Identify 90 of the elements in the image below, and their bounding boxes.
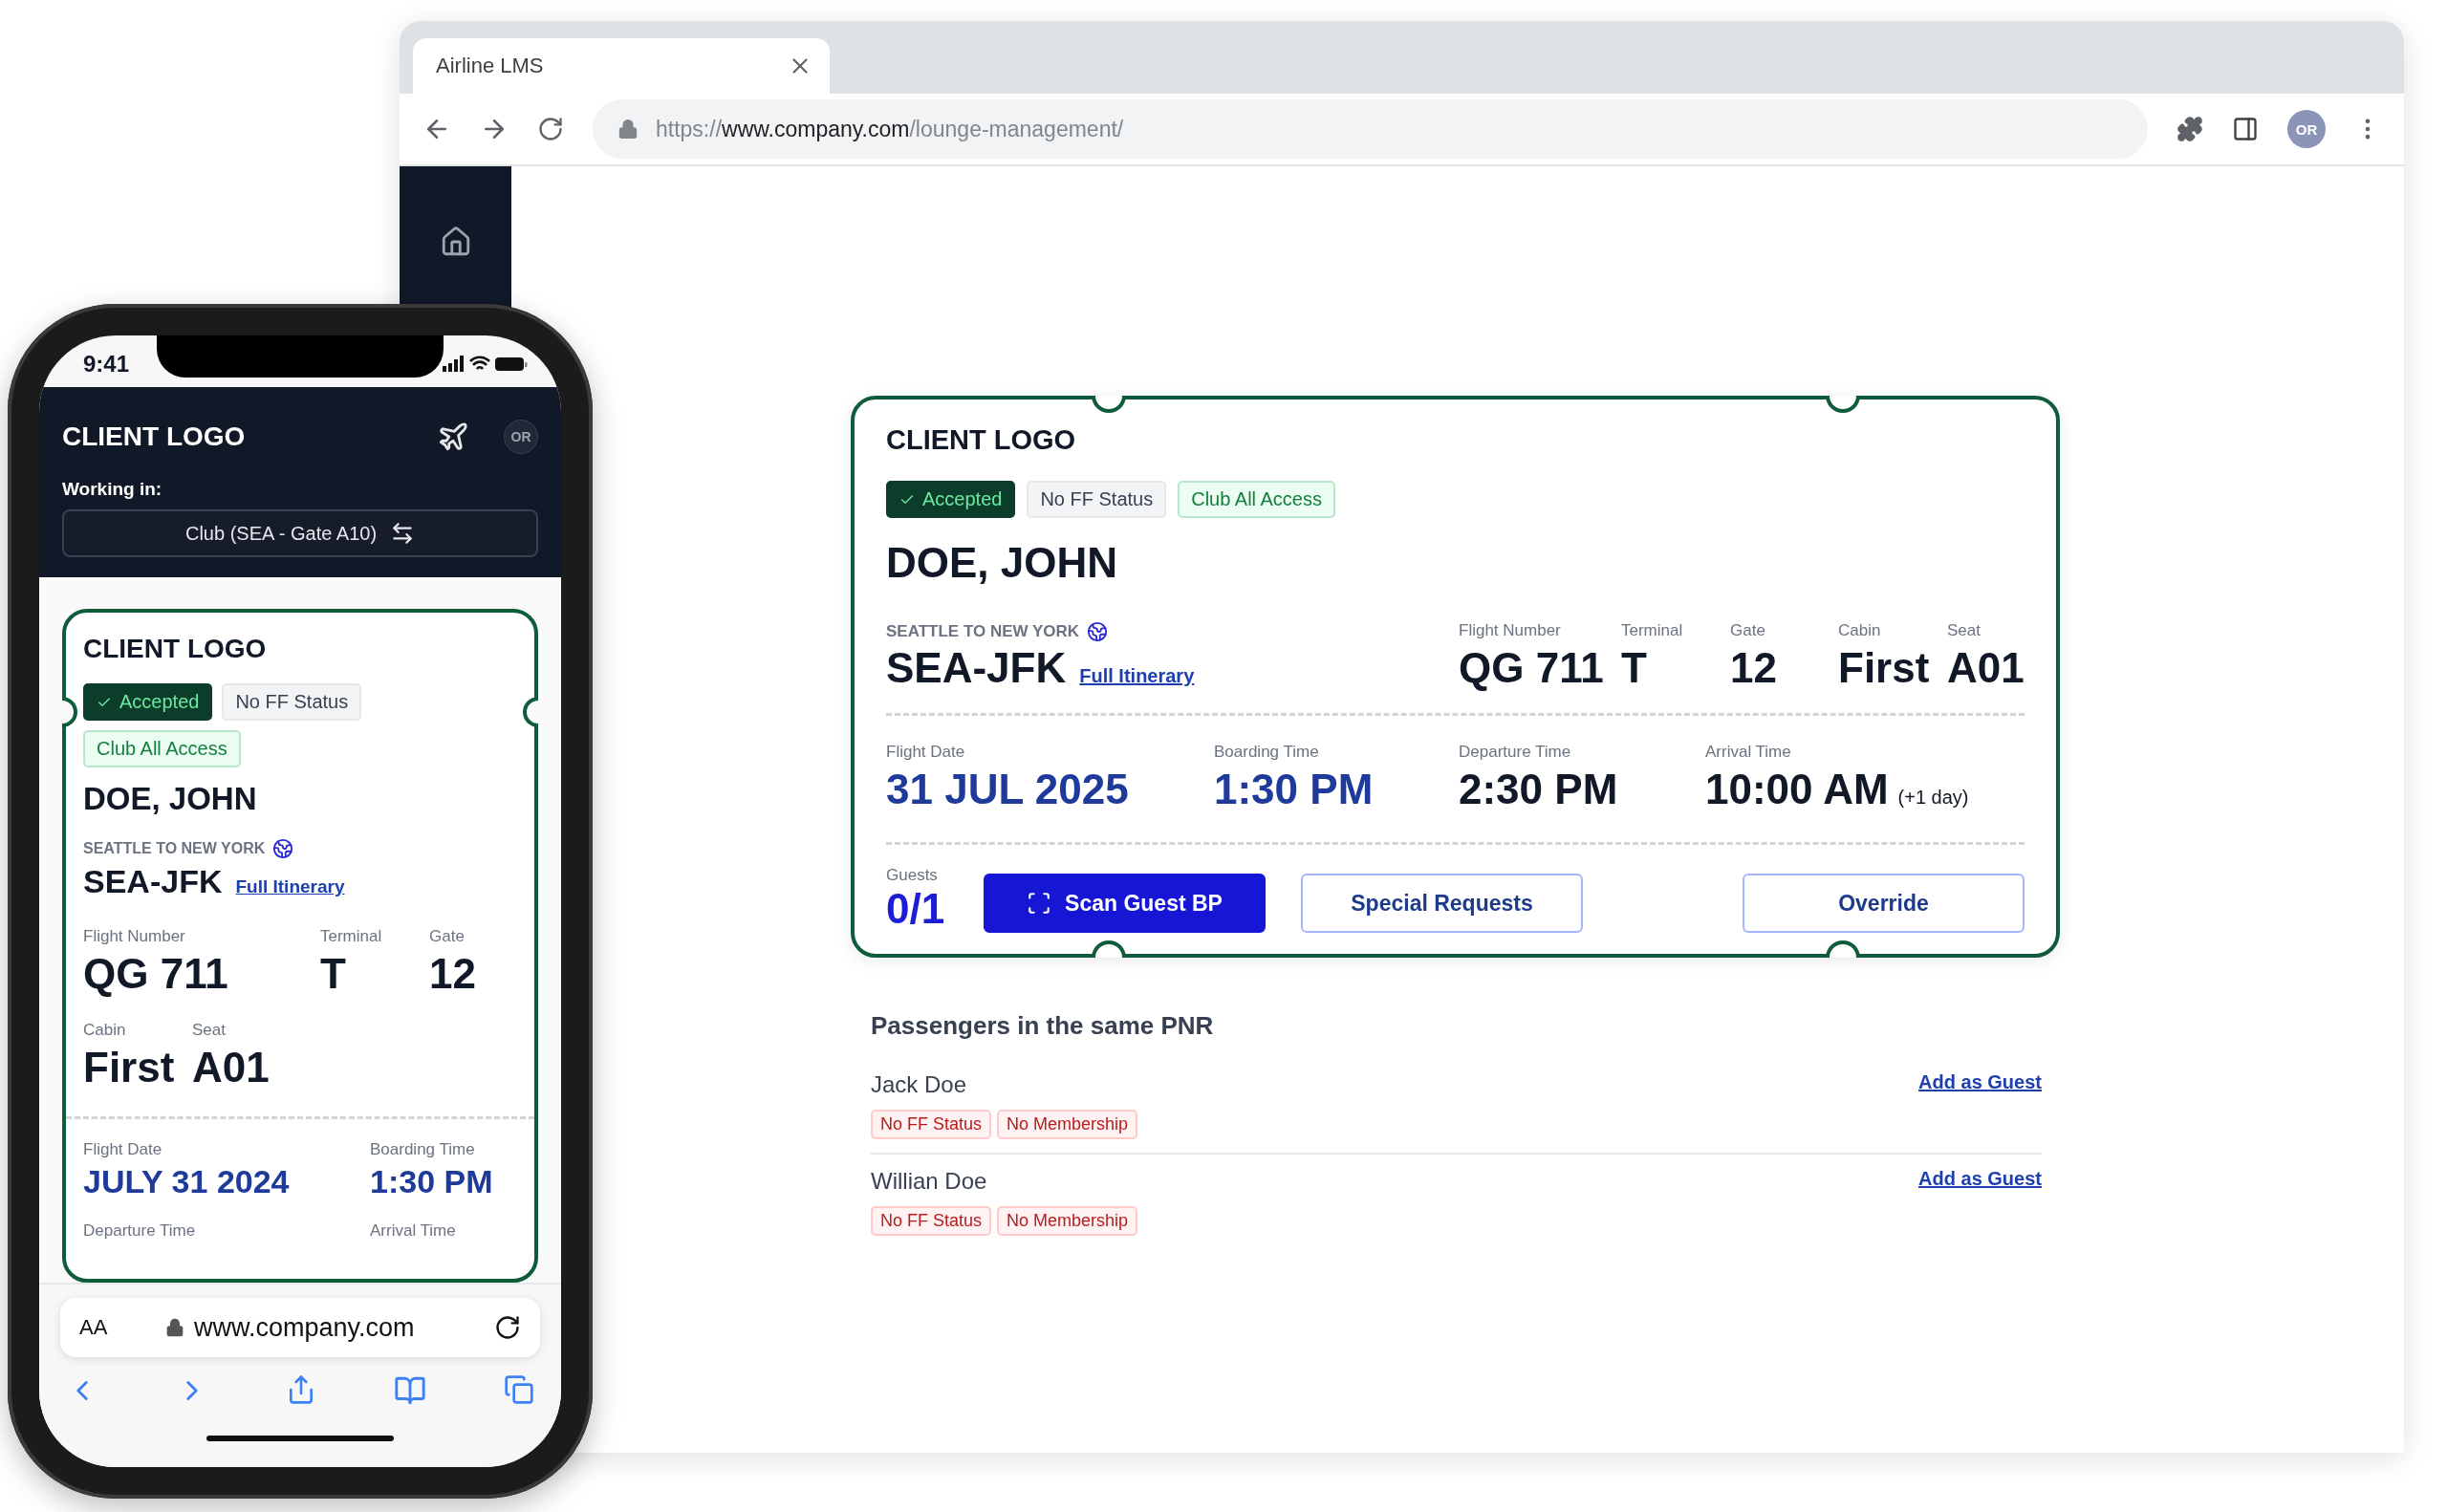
reload-icon[interactable] [494, 1314, 521, 1341]
route-code: SEA-JFK [886, 644, 1067, 692]
profile-avatar[interactable]: OR [504, 420, 538, 454]
field-label: Flight Number [83, 927, 186, 946]
globe-icon[interactable] [1087, 621, 1109, 642]
client-logo: CLIENT LOGO [83, 634, 268, 664]
day-offset-note: (+1 day) [1897, 787, 1969, 809]
field-value: 1:30 PM [370, 1163, 493, 1200]
field-value: T [320, 950, 346, 998]
status-badge: No FF Status [222, 683, 362, 721]
field-label: Seat [1947, 621, 1981, 640]
text-size-control[interactable]: AA [79, 1315, 165, 1340]
field-value: 12 [1730, 644, 1777, 692]
client-logo: CLIENT LOGO [62, 421, 246, 452]
field-label: Terminal [1621, 621, 1684, 640]
field-value: QG 711 [83, 950, 228, 998]
field-value: A01 [1947, 644, 2025, 692]
status-tag: No Membership [997, 1110, 1138, 1139]
status-badge: Club All Access [83, 730, 241, 767]
field-value: JULY 31 2024 [83, 1163, 290, 1200]
lock-icon [165, 1318, 184, 1337]
action-button[interactable]: Special Requests [1301, 874, 1583, 933]
url-text: https://www.company.com/lounge-management/ [656, 116, 1124, 142]
status-badge: Accepted [886, 481, 1016, 518]
field-value: QG 711 [1459, 644, 1604, 692]
field-label: Arrival Time [370, 1221, 457, 1241]
scan-button[interactable]: Scan Guest BP [984, 874, 1266, 933]
field-value: 31 JUL 2025 [886, 766, 1129, 813]
guests-label: Guests [886, 866, 939, 885]
status-tag: No Membership [997, 1206, 1138, 1236]
status-badge: No FF Status [1027, 481, 1167, 518]
tab-title: Airline LMS [436, 54, 544, 78]
url-text: www.company.com [194, 1312, 415, 1343]
field-label: Departure Time [83, 1221, 197, 1241]
status-tag: No FF Status [871, 1206, 992, 1236]
field-label: Boarding Time [1214, 743, 1320, 762]
guests-count: 0/1 [886, 885, 946, 933]
address-bar[interactable]: AA www.company.com [60, 1298, 540, 1357]
action-button[interactable]: Override [1743, 874, 2025, 933]
route-label: SEATTLE TO NEW YORK [83, 840, 266, 857]
status-tag: No FF Status [871, 1110, 992, 1139]
field-label: Arrival Time [1705, 743, 1792, 762]
location-selector[interactable]: Club (SEA - Gate A10) [62, 509, 538, 557]
add-guest-link[interactable]: Add as Guest [1918, 1168, 2042, 1190]
field-label: Cabin [1838, 621, 1882, 640]
itinerary-link[interactable]: Full Itinerary [235, 876, 345, 897]
field-label: Seat [192, 1021, 227, 1040]
field-value: First [83, 1044, 175, 1091]
section-title: Passengers in the same PNR [871, 1011, 1215, 1041]
field-label: Flight Date [83, 1140, 163, 1159]
status-badge: Accepted [83, 683, 213, 721]
client-logo: CLIENT LOGO [886, 424, 1077, 456]
book-icon[interactable] [394, 1374, 426, 1407]
scan-icon [1027, 891, 1052, 916]
field-label: Gate [429, 927, 466, 946]
side-panel-icon[interactable] [2232, 116, 2259, 142]
field-value: A01 [192, 1044, 270, 1091]
field-value: 2:30 PM [1459, 766, 1618, 813]
reload-icon[interactable] [537, 116, 564, 142]
status-badge: Club All Access [1178, 481, 1335, 518]
route-code: SEA-JFK [83, 863, 223, 900]
field-label: Flight Number [1459, 621, 1562, 640]
add-guest-link[interactable]: Add as Guest [1918, 1071, 2042, 1093]
field-value: 12 [429, 950, 476, 998]
field-value: 1:30 PM [1214, 766, 1374, 813]
location-text: Club (SEA - Gate A10) [184, 522, 378, 545]
field-label: Terminal [320, 927, 383, 946]
field-label: Departure Time [1459, 743, 1572, 762]
field-label: Gate [1730, 621, 1766, 640]
passenger-name: Jack Doe [871, 1071, 968, 1098]
field-label: Cabin [83, 1021, 127, 1040]
status-time: 9:41 [83, 351, 130, 378]
globe-icon[interactable] [272, 838, 294, 859]
tabs-icon[interactable] [504, 1374, 534, 1405]
route-label: SEATTLE TO NEW YORK [886, 622, 1080, 641]
plane-icon[interactable] [437, 421, 469, 453]
browser-tab[interactable]: Airline LMS [413, 38, 830, 94]
passenger-name: DOE, JOHN [886, 539, 1118, 586]
field-value: 10:00 AM [1705, 766, 1889, 813]
field-value: T [1621, 644, 1647, 692]
lock-icon [617, 119, 639, 140]
address-bar[interactable]: https://www.company.com/lounge-management/ [593, 99, 2148, 159]
working-in-label: Working in: [62, 479, 163, 500]
field-value: First [1838, 644, 1930, 692]
passenger-name: DOE, JOHN [83, 781, 257, 816]
field-label: Flight Date [886, 743, 966, 762]
passenger-name: Willian Doe [871, 1168, 988, 1195]
puzzle-icon[interactable] [2176, 116, 2203, 142]
field-label: Boarding Time [370, 1140, 476, 1159]
itinerary-link[interactable]: Full Itinerary [1079, 665, 1195, 687]
